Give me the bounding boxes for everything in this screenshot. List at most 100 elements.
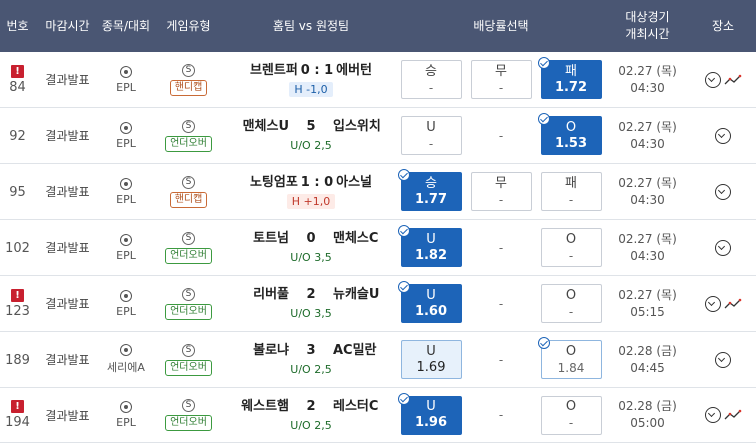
league-name: EPL [116, 192, 136, 206]
line-value: H -1,0 [289, 82, 333, 97]
odds-cell: U 1.82 - O - [397, 220, 605, 275]
row-number: 92 [9, 129, 26, 144]
match-teams: 웨스트햄 2 레스터C [225, 398, 397, 415]
game-type-cell: S 언더오버 [152, 276, 225, 331]
game-type-badge: 언더오버 [165, 303, 212, 320]
row-number: 102 [5, 241, 30, 256]
trend-chart-icon[interactable] [724, 298, 742, 310]
sport-s-icon: S [182, 399, 195, 412]
odds-button-3[interactable]: O - [540, 228, 602, 267]
odds-value: - [498, 128, 504, 143]
odds-button-2[interactable]: - [471, 340, 532, 379]
odds-value: 1.72 [554, 79, 588, 95]
league-cell: EPL [100, 164, 152, 219]
match-teams: 맨체스U 5 입스위치 [225, 118, 397, 135]
odds-button-3[interactable]: O - [540, 284, 602, 323]
odds-value: - [498, 296, 504, 311]
league-name: EPL [116, 416, 136, 429]
location-pin-icon[interactable] [715, 239, 731, 256]
odds-value: - [428, 80, 434, 95]
odds-button-1[interactable]: U 1.96 [397, 392, 462, 435]
soccer-ball-icon [120, 121, 132, 134]
match-score: 5 [306, 119, 316, 134]
match-time: 05:15 [630, 304, 665, 319]
deadline-cell: 결과발표 [35, 164, 100, 219]
league-cell: EPL [100, 108, 152, 163]
teams-cell: 리버풀 2 뉴캐슬U U/O 3,5 [225, 276, 397, 331]
sport-s-icon: S [182, 287, 195, 301]
odds-button-2[interactable]: - [471, 396, 532, 435]
away-team: 레스터C [333, 398, 379, 414]
odds-button-3[interactable]: O 1.53 [537, 113, 602, 155]
match-date: 02.27 (목) [618, 231, 677, 246]
line-value: U/O 2,5 [290, 418, 332, 432]
date-cell: 02.27 (목) 05:15 [605, 276, 690, 331]
match-date: 02.27 (목) [618, 119, 677, 134]
odds-button-1[interactable]: 승 - [400, 60, 462, 99]
league-cell: EPL [100, 220, 152, 275]
table-row: ! 123 결과발표 EPL S 언더오버 리버풀 2 뉴캐슬U U/O 3,5… [0, 276, 756, 332]
place-cell [690, 220, 756, 275]
odds-button-1[interactable]: U 1.60 [397, 281, 462, 323]
odds-button-1[interactable]: U 1.82 [397, 225, 462, 267]
match-score: 0 : 1 [300, 63, 334, 78]
odds-value: - [498, 240, 504, 255]
trend-chart-icon[interactable] [724, 74, 742, 86]
odds-label: 패 [565, 175, 577, 191]
location-pin-icon[interactable] [704, 295, 721, 312]
header-deadline: 마감시간 [45, 18, 90, 33]
alert-icon: ! [11, 64, 24, 78]
place-cell [690, 108, 756, 163]
location-pin-icon[interactable] [715, 183, 731, 200]
header-place: 장소 [711, 18, 735, 33]
odds-value: - [498, 352, 504, 367]
home-team: 노팅엄포 [249, 175, 298, 190]
odds-label: O [565, 119, 577, 135]
location-pin-icon[interactable] [704, 71, 721, 88]
match-score: 1 : 0 [300, 175, 334, 190]
odds-button-1[interactable]: 승 1.77 [397, 169, 462, 211]
odds-button-2[interactable]: - [471, 284, 532, 323]
check-icon [537, 337, 550, 349]
line-value: U/O 3,5 [290, 251, 332, 264]
match-date: 02.27 (목) [618, 63, 677, 78]
header-date-line2: 개최시간 [625, 27, 670, 41]
odds-button-3[interactable]: 패 1.72 [537, 57, 602, 99]
place-cell [690, 52, 756, 107]
game-type-badge: 언더오버 [165, 359, 212, 376]
trend-chart-icon[interactable] [724, 409, 742, 421]
odds-button-2[interactable]: - [471, 228, 532, 267]
odds-button-2[interactable]: 무 - [470, 172, 532, 211]
odds-button-2[interactable]: 무 - [470, 60, 532, 99]
row-number: 189 [5, 353, 30, 368]
teams-cell: 볼로냐 3 AC밀란 U/O 2,5 [225, 332, 397, 387]
odds-button-2[interactable]: - [471, 116, 532, 155]
home-team: 토트넘 [253, 231, 289, 246]
odds-label: O [565, 287, 577, 303]
odds-button-3[interactable]: O 1.84 [537, 337, 602, 379]
odds-button-1[interactable]: U 1.69 [400, 340, 462, 379]
location-pin-icon[interactable] [704, 407, 721, 423]
row-number-cell: 95 [0, 164, 35, 219]
sport-s-icon: S [182, 63, 195, 77]
odds-value: - [428, 136, 434, 151]
deadline-status: 결과발표 [45, 241, 90, 255]
game-type-cell: S 핸디캡 [152, 164, 225, 219]
deadline-cell: 결과발표 [35, 52, 100, 107]
location-pin-icon[interactable] [715, 351, 731, 368]
odds-button-3[interactable]: O - [540, 395, 602, 435]
game-type-cell: S 언더오버 [152, 220, 225, 275]
match-date: 02.27 (목) [618, 287, 677, 302]
odds-value: - [568, 192, 574, 207]
odds-button-1[interactable]: U - [400, 116, 462, 155]
league-cell: EPL [100, 388, 152, 442]
game-type-cell: S 언더오버 [152, 108, 225, 163]
location-pin-icon[interactable] [715, 127, 731, 144]
results-table: 번호 마감시간 종목/대회 게임유형 홈팀 vs 원정팀 배당률선택 대상경기 … [0, 0, 756, 443]
odds-button-3[interactable]: 패 - [540, 172, 602, 211]
odds-value: 1.69 [416, 359, 446, 375]
odds-label: 패 [565, 63, 577, 79]
odds-cell: U 1.96 - O - [397, 388, 605, 442]
place-cell [690, 388, 756, 442]
game-type-badge: 언더오버 [165, 247, 212, 264]
